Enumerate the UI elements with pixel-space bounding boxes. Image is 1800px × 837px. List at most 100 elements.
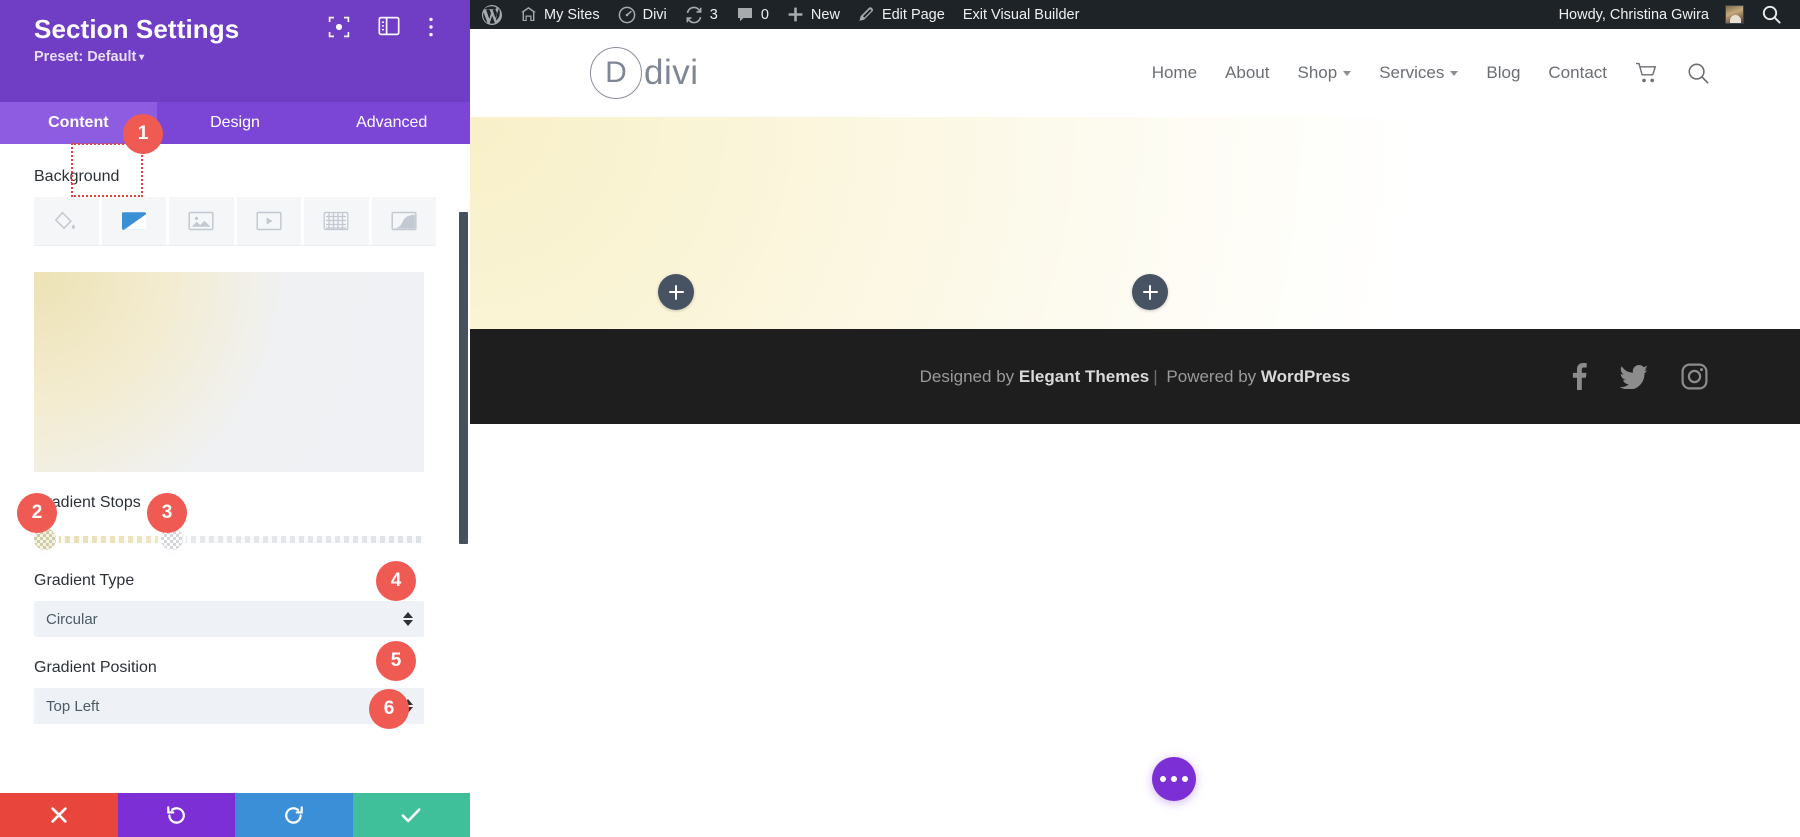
twitter-icon[interactable] [1620,364,1648,389]
facebook-icon[interactable] [1572,363,1587,390]
focus-icon[interactable] [328,16,350,38]
callout-badge-2: 2 [17,493,57,533]
more-options-icon[interactable] [428,16,450,38]
background-pattern-icon[interactable] [304,197,369,245]
nav-item-blog[interactable]: Blog [1486,63,1520,83]
search-icon [1762,5,1781,24]
tab-design[interactable]: Design [157,102,314,144]
sites-icon [520,6,537,23]
background-mask-icon[interactable] [371,197,436,245]
nav-item-contact[interactable]: Contact [1548,63,1607,83]
nav-item-home[interactable]: Home [1152,63,1197,83]
divi-logo-word: divi [644,53,699,92]
chevron-down-icon: ▾ [136,52,145,63]
settings-panel-header: Section Settings Preset: Default ▾ [0,0,470,102]
dot-1 [1160,776,1166,782]
adminbar-divi-label: Divi [642,6,667,23]
gradient-position-select[interactable]: Top Left [34,688,424,724]
comments-icon [736,6,754,24]
nav-item-services-label: Services [1379,63,1445,82]
background-video-icon[interactable] [236,197,301,245]
background-gradient-icon[interactable] [101,197,166,245]
cancel-button[interactable] [0,793,118,837]
avatar [1725,5,1744,24]
adminbar-exit-visual-builder[interactable]: Exit Visual Builder [954,0,1089,29]
redo-button[interactable] [235,793,353,837]
nav-item-shop-label: Shop [1297,63,1338,82]
adminbar-comments-count: 0 [760,6,769,23]
gradient-stops-rail[interactable] [34,528,424,550]
pencil-icon [858,6,875,23]
adminbar-my-sites-label: My Sites [544,6,600,23]
plus-icon [787,6,804,23]
preset-selector[interactable]: Preset: Default ▾ [34,49,448,65]
adminbar-updates-count: 3 [709,6,718,23]
site-preview-canvas: D divi Home About Shop Services Blog Con… [470,29,1800,837]
wordpress-logo-icon [482,4,502,25]
add-module-button-left[interactable] [658,274,694,310]
adminbar-exit-visual-builder-label: Exit Visual Builder [962,6,1080,23]
adminbar-comments[interactable]: 0 [727,0,778,29]
undo-button[interactable] [117,793,235,837]
footer-credit-separator: | [1153,366,1158,386]
preset-label: Preset: Default [34,49,137,65]
nav-item-shop[interactable]: Shop [1297,63,1352,83]
layout-toggle-icon[interactable] [378,16,400,38]
callout-badge-4: 4 [376,561,416,601]
adminbar-edit-page[interactable]: Edit Page [849,0,954,29]
add-module-button-right[interactable] [1132,274,1168,310]
footer-credit-brand2[interactable]: WordPress [1261,367,1350,386]
hero-section [470,117,1800,329]
updates-icon [685,6,703,24]
callout-badge-5: 5 [376,641,416,681]
site-footer: Designed by Elegant Themes | Powered by W… [470,329,1800,424]
divi-dashboard-icon [618,6,636,24]
adminbar-updates[interactable]: 3 [676,0,727,29]
gradient-type-select[interactable]: Circular [34,601,424,637]
gradient-stops-track [34,536,424,543]
background-image-icon[interactable] [169,197,234,245]
chevron-down-icon [1450,70,1459,76]
footer-credit-brand[interactable]: Elegant Themes [1019,367,1149,386]
wordpress-admin-bar: My Sites Divi 3 0 New Edit Page Exit Vis… [470,0,1800,29]
site-navigation: Home About Shop Services Blog Contact [1152,62,1710,85]
gradient-preview[interactable] [34,272,424,472]
site-logo[interactable]: D divi [590,47,699,99]
nav-item-services[interactable]: Services [1379,63,1459,83]
footer-credit-prefix: Designed by [919,366,1019,386]
nav-item-about[interactable]: About [1225,63,1269,83]
gradient-stops-label: Gradient Stops [34,494,141,511]
nav-item-about-label: About [1225,63,1270,82]
builder-menu-button[interactable] [1152,757,1196,801]
instagram-icon[interactable] [1681,363,1708,390]
settings-panel-header-icons [328,16,450,38]
callout-badge-6: 6 [369,689,409,729]
callout-badge-3: 3 [147,493,187,533]
footer-credit: Designed by Elegant Themes | Powered by W… [920,367,1351,387]
adminbar-greeting[interactable]: Howdy, Christina Gwira [1547,0,1753,29]
cart-icon[interactable] [1635,62,1659,84]
adminbar-search-button[interactable] [1753,0,1790,29]
background-color-icon[interactable] [34,197,99,245]
adminbar-account-area: Howdy, Christina Gwira [1547,0,1800,29]
adminbar-edit-page-label: Edit Page [881,6,945,23]
gradient-position-select-wrap: Top Left [34,688,424,724]
gradient-type-select-wrap: Circular [34,601,424,637]
settings-panel-scrollbar[interactable] [459,212,468,544]
callout-badge-1: 1 [123,114,163,154]
settings-panel-body: Background Gradient Stops Gradient Type … [0,143,470,724]
nav-item-blog-label: Blog [1486,63,1521,82]
tab-advanced[interactable]: Advanced [313,102,470,144]
settings-panel-action-bar [0,793,470,837]
dot-3 [1182,776,1188,782]
adminbar-divi[interactable]: Divi [609,0,676,29]
adminbar-new[interactable]: New [778,0,849,29]
footer-credit-mid: Powered by [1161,366,1261,386]
save-button[interactable] [352,793,470,837]
adminbar-wordpress-logo[interactable] [470,0,511,29]
dot-2 [1171,776,1177,782]
nav-item-contact-label: Contact [1548,63,1607,82]
adminbar-my-sites[interactable]: My Sites [511,0,609,29]
search-icon[interactable] [1687,62,1710,85]
background-type-switcher [34,143,436,246]
